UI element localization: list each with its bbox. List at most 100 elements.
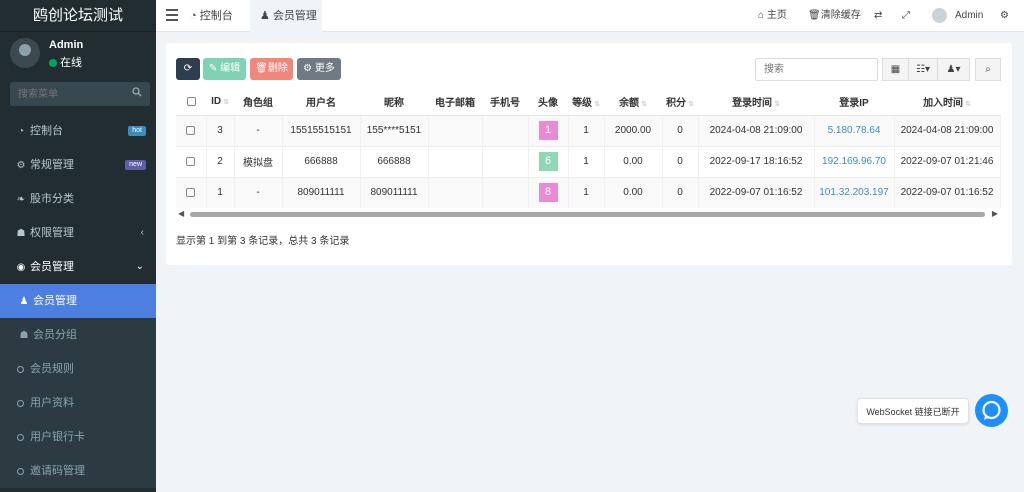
cell-login-ip-value[interactable]: 192.169.96.70 xyxy=(822,156,886,167)
more-button[interactable]: ⚙ 更多 xyxy=(297,58,341,80)
fullscreen-icon[interactable]: ⤢ xyxy=(902,0,910,32)
column-header-login-time[interactable]: 登录时间 ⇅ xyxy=(698,89,814,116)
cell-join-time: 2022-09-07 01:16:52 xyxy=(894,176,1001,208)
edit-button[interactable]: ✎ 编辑 xyxy=(203,58,246,80)
cell-avatar: 1 xyxy=(528,114,569,146)
refresh-button[interactable]: ⟳ xyxy=(176,58,200,80)
cell-balance: 0.00 xyxy=(604,176,663,208)
tab-dashboard[interactable]: ◔ 控制台 xyxy=(190,0,246,32)
cell-join-time-value: 2024-04-08 21:09:00 xyxy=(900,125,994,136)
tab-member-manage[interactable]: ♟ 会员管理 xyxy=(250,0,322,32)
column-label: 手机号 xyxy=(490,98,520,110)
sidebar-item-label: 会员分组 xyxy=(33,329,77,341)
column-header-join-time[interactable]: 加入时间 ⇅ xyxy=(894,89,1000,116)
clear-cache-button[interactable]: 🗑清除缓存 xyxy=(808,0,861,32)
column-header-login-ip: 登录IP xyxy=(814,89,894,116)
user-circle-icon: ◉ xyxy=(16,262,26,273)
sidebar-search-input[interactable] xyxy=(10,82,122,106)
sidebar-item-member-manage[interactable]: ♟ 会员管理 xyxy=(0,284,156,318)
cell-level: 1 xyxy=(568,145,605,177)
column-label: 角色组 xyxy=(243,98,273,110)
chat-bubble-icon xyxy=(982,400,1001,420)
sidebar-item-members[interactable]: ◉ 会员管理 ⌄ xyxy=(0,250,156,284)
tab-label: 会员管理 xyxy=(272,10,317,22)
table-row[interactable]: 1 - 809011111 809011111 8 1 0.00 0 2022-09-07 01… xyxy=(176,176,1001,208)
cell-nickname-value: 666888 xyxy=(377,156,411,167)
search-icon[interactable] xyxy=(132,87,142,97)
select-all-checkbox[interactable] xyxy=(186,97,196,107)
circle-icon xyxy=(17,366,24,373)
users-icon: ☗ xyxy=(19,330,29,341)
sidebar-item-dashboard[interactable]: ◔ 控制台 hot xyxy=(0,114,156,148)
column-header-username: 用户名 xyxy=(282,89,360,116)
sidebar-item-invite-code[interactable]: 邀请码管理 xyxy=(0,454,156,488)
content-panel: ⟳ ✎ 编辑 🗑删除 ⚙ 更多 ▦ ☷▾ ♟▾ ⌕ ID⇅ 角色组 用户名 昵称… xyxy=(166,43,1012,265)
brand-title[interactable]: 鸥创论坛测试 xyxy=(0,0,156,32)
row-checkbox[interactable] xyxy=(186,188,196,198)
scroll-left-icon[interactable]: ◀ xyxy=(178,209,184,218)
user-status: 在线 xyxy=(49,54,82,70)
cell-score-value: 0 xyxy=(677,156,683,167)
header-user-name[interactable]: Admin xyxy=(955,0,983,32)
column-header-level[interactable]: 等级 ⇅ xyxy=(568,89,604,116)
avatar xyxy=(10,38,40,68)
row-checkbox[interactable] xyxy=(186,156,196,166)
cell-login-time-value: 2022-09-07 01:16:52 xyxy=(709,187,803,199)
cell-level: 1 xyxy=(568,176,605,208)
chat-button[interactable] xyxy=(975,394,1008,427)
sidebar-item-member-rules[interactable]: 会员规则 xyxy=(0,352,156,386)
column-header-id[interactable]: ID ⇅ xyxy=(206,89,234,116)
column-label: ID xyxy=(211,96,222,108)
columns-button[interactable]: ☷▾ xyxy=(908,58,938,81)
horizontal-scrollbar[interactable]: ◀ ▶ xyxy=(176,209,1000,219)
cell-avatar-value[interactable]: 8 xyxy=(538,183,558,203)
cell-username-value: 666888 xyxy=(304,156,338,167)
row-select-cell xyxy=(176,114,207,146)
table-row[interactable]: 2 模拟盘 666888 666888 6 1 0.00 0 2022-09-17 18:16:… xyxy=(176,145,1001,177)
table-row[interactable]: 3 - 15515515151 155****5151 1 1 2000.00 0 2024-0… xyxy=(176,114,1001,146)
cell-login-ip-value[interactable]: 5.180.78.64 xyxy=(828,125,881,136)
table-search-input[interactable] xyxy=(755,58,878,81)
sidebar-item-general[interactable]: ⚙ 常规管理 new xyxy=(0,148,156,182)
group-icon: ☗ xyxy=(16,228,26,239)
cell-nickname: 155****5151 xyxy=(360,114,429,146)
cell-login-ip-value[interactable]: 101.32.203.197 xyxy=(819,187,889,198)
scrollbar-thumb[interactable] xyxy=(190,212,985,217)
home-link[interactable]: ⌂ 主页 xyxy=(758,0,787,32)
sidebar-item-label: 会员管理 xyxy=(30,261,74,273)
row-checkbox[interactable] xyxy=(186,125,196,135)
avatar[interactable] xyxy=(932,8,947,23)
tab-label: 控制台 xyxy=(199,10,233,22)
advanced-search-button[interactable]: ⌕ xyxy=(975,58,1001,81)
top-header: ◔ 控制台 ♟ 会员管理 ⌂ 主页 🗑清除缓存 ⇄ ⤢ Admin ⚙ xyxy=(156,0,1024,32)
cell-avatar-value[interactable]: 6 xyxy=(538,152,558,171)
sidebar-item-auth[interactable]: ☗ 权限管理 ‹ xyxy=(0,216,156,250)
cell-username: 15515515151 xyxy=(282,114,361,146)
cell-balance-value: 0.00 xyxy=(623,156,643,167)
row-select-cell xyxy=(176,176,207,208)
column-header-balance[interactable]: 余额 ⇅ xyxy=(604,89,662,116)
cell-mobile xyxy=(482,176,529,208)
settings-icon[interactable]: ⚙ xyxy=(1000,0,1009,32)
cell-score: 0 xyxy=(662,176,699,208)
sidebar-item-user-bankcard[interactable]: 用户银行卡 xyxy=(0,420,156,454)
cell-mobile xyxy=(482,145,529,177)
user-icon: ♟ xyxy=(19,296,29,307)
sidebar-item-member-group[interactable]: ☗ 会员分组 xyxy=(0,318,156,352)
sort-icon: ⇅ xyxy=(965,101,971,109)
cell-group-value: - xyxy=(256,187,260,199)
toggle-view-button[interactable]: ▦ xyxy=(882,58,909,81)
cell-avatar-value[interactable]: 1 xyxy=(538,121,558,140)
language-icon[interactable]: ⇄ xyxy=(874,0,882,32)
menu-toggle-icon[interactable] xyxy=(166,9,178,21)
column-header-score[interactable]: 积分 ⇅ xyxy=(662,89,698,116)
sidebar-menu: ◔ 控制台 hot ⚙ 常规管理 new ❧ 股市分类 ☗ 权限管理 ‹ ◉ 会员管理 ⌄ ♟ 会员… xyxy=(0,114,156,488)
scroll-right-icon[interactable]: ▶ xyxy=(992,209,998,218)
export-button[interactable]: ♟▾ xyxy=(937,58,970,81)
sidebar-item-user-profile[interactable]: 用户资料 xyxy=(0,386,156,420)
cell-group-value: 模拟盘 xyxy=(243,158,273,169)
delete-button[interactable]: 🗑删除 xyxy=(250,58,293,80)
column-label: 电子邮箱 xyxy=(435,98,475,110)
cell-nickname-value: 809011111 xyxy=(370,187,418,199)
sidebar-item-stock-category[interactable]: ❧ 股市分类 xyxy=(0,182,156,216)
